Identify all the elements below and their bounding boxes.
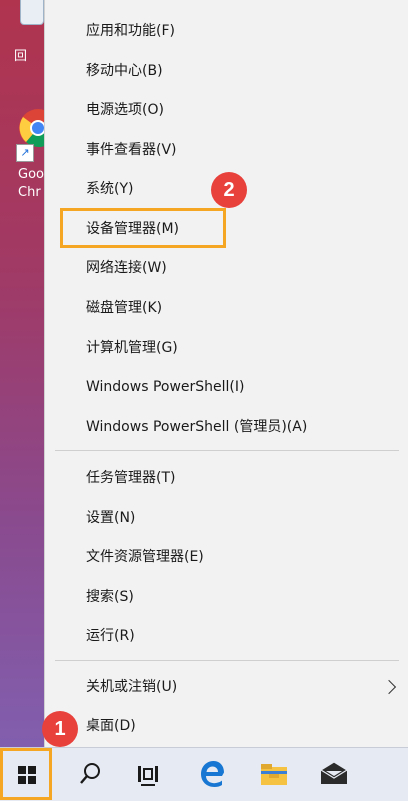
menu-item-system[interactable]: 系统(Y) [86,177,133,201]
menu-separator [55,660,399,661]
step-badge-2: 2 [211,172,247,208]
recycle-bin-icon[interactable] [12,0,46,32]
menu-item-task-manager[interactable]: 任务管理器(T) [86,466,175,490]
menu-item-search[interactable]: 搜索(S) [86,585,134,609]
menu-item-event-viewer[interactable]: 事件查看器(V) [86,138,177,162]
recycle-bin-glyph-icon [20,0,44,25]
menu-separator [55,450,399,451]
menu-item-shutdown-signout[interactable]: 关机或注销(U) [86,675,177,699]
recycle-bin-label: 回 [14,49,28,64]
edge-icon[interactable] [196,758,228,790]
chevron-right-icon [381,679,397,695]
menu-item-file-explorer[interactable]: 文件资源管理器(E) [86,545,204,569]
menu-item-mobility-center[interactable]: 移动中心(B) [86,59,163,83]
chrome-label-line1: Goo [18,167,44,182]
menu-item-powershell-admin[interactable]: Windows PowerShell (管理员)(A) [86,415,307,439]
menu-item-power-options[interactable]: 电源选项(O) [86,98,164,122]
taskbar [0,747,408,801]
step-badge-1: 1 [42,711,78,747]
shortcut-arrow-icon: ↗ [16,144,34,162]
chrome-label: Goo Chr [18,166,44,202]
menu-item-powershell[interactable]: Windows PowerShell(I) [86,375,244,399]
menu-item-apps-features[interactable]: 应用和功能(F) [86,19,175,43]
winx-context-menu: 应用和功能(F) 移动中心(B) 电源选项(O) 事件查看器(V) 系统(Y) … [44,0,408,747]
menu-item-desktop[interactable]: 桌面(D) [86,714,136,738]
search-icon[interactable] [74,758,106,790]
start-button[interactable] [0,748,52,800]
file-explorer-icon[interactable] [258,758,290,790]
task-view-icon[interactable] [132,758,164,790]
mail-icon[interactable] [318,758,350,790]
menu-item-disk-management[interactable]: 磁盘管理(K) [86,296,162,320]
chrome-label-line2: Chr [18,185,41,200]
menu-item-settings[interactable]: 设置(N) [86,506,135,530]
menu-item-run[interactable]: 运行(R) [86,624,135,648]
menu-item-network-connections[interactable]: 网络连接(W) [86,256,167,280]
device-manager-highlight [60,208,226,248]
menu-item-computer-management[interactable]: 计算机管理(G) [86,336,178,360]
windows-start-icon [18,766,36,784]
